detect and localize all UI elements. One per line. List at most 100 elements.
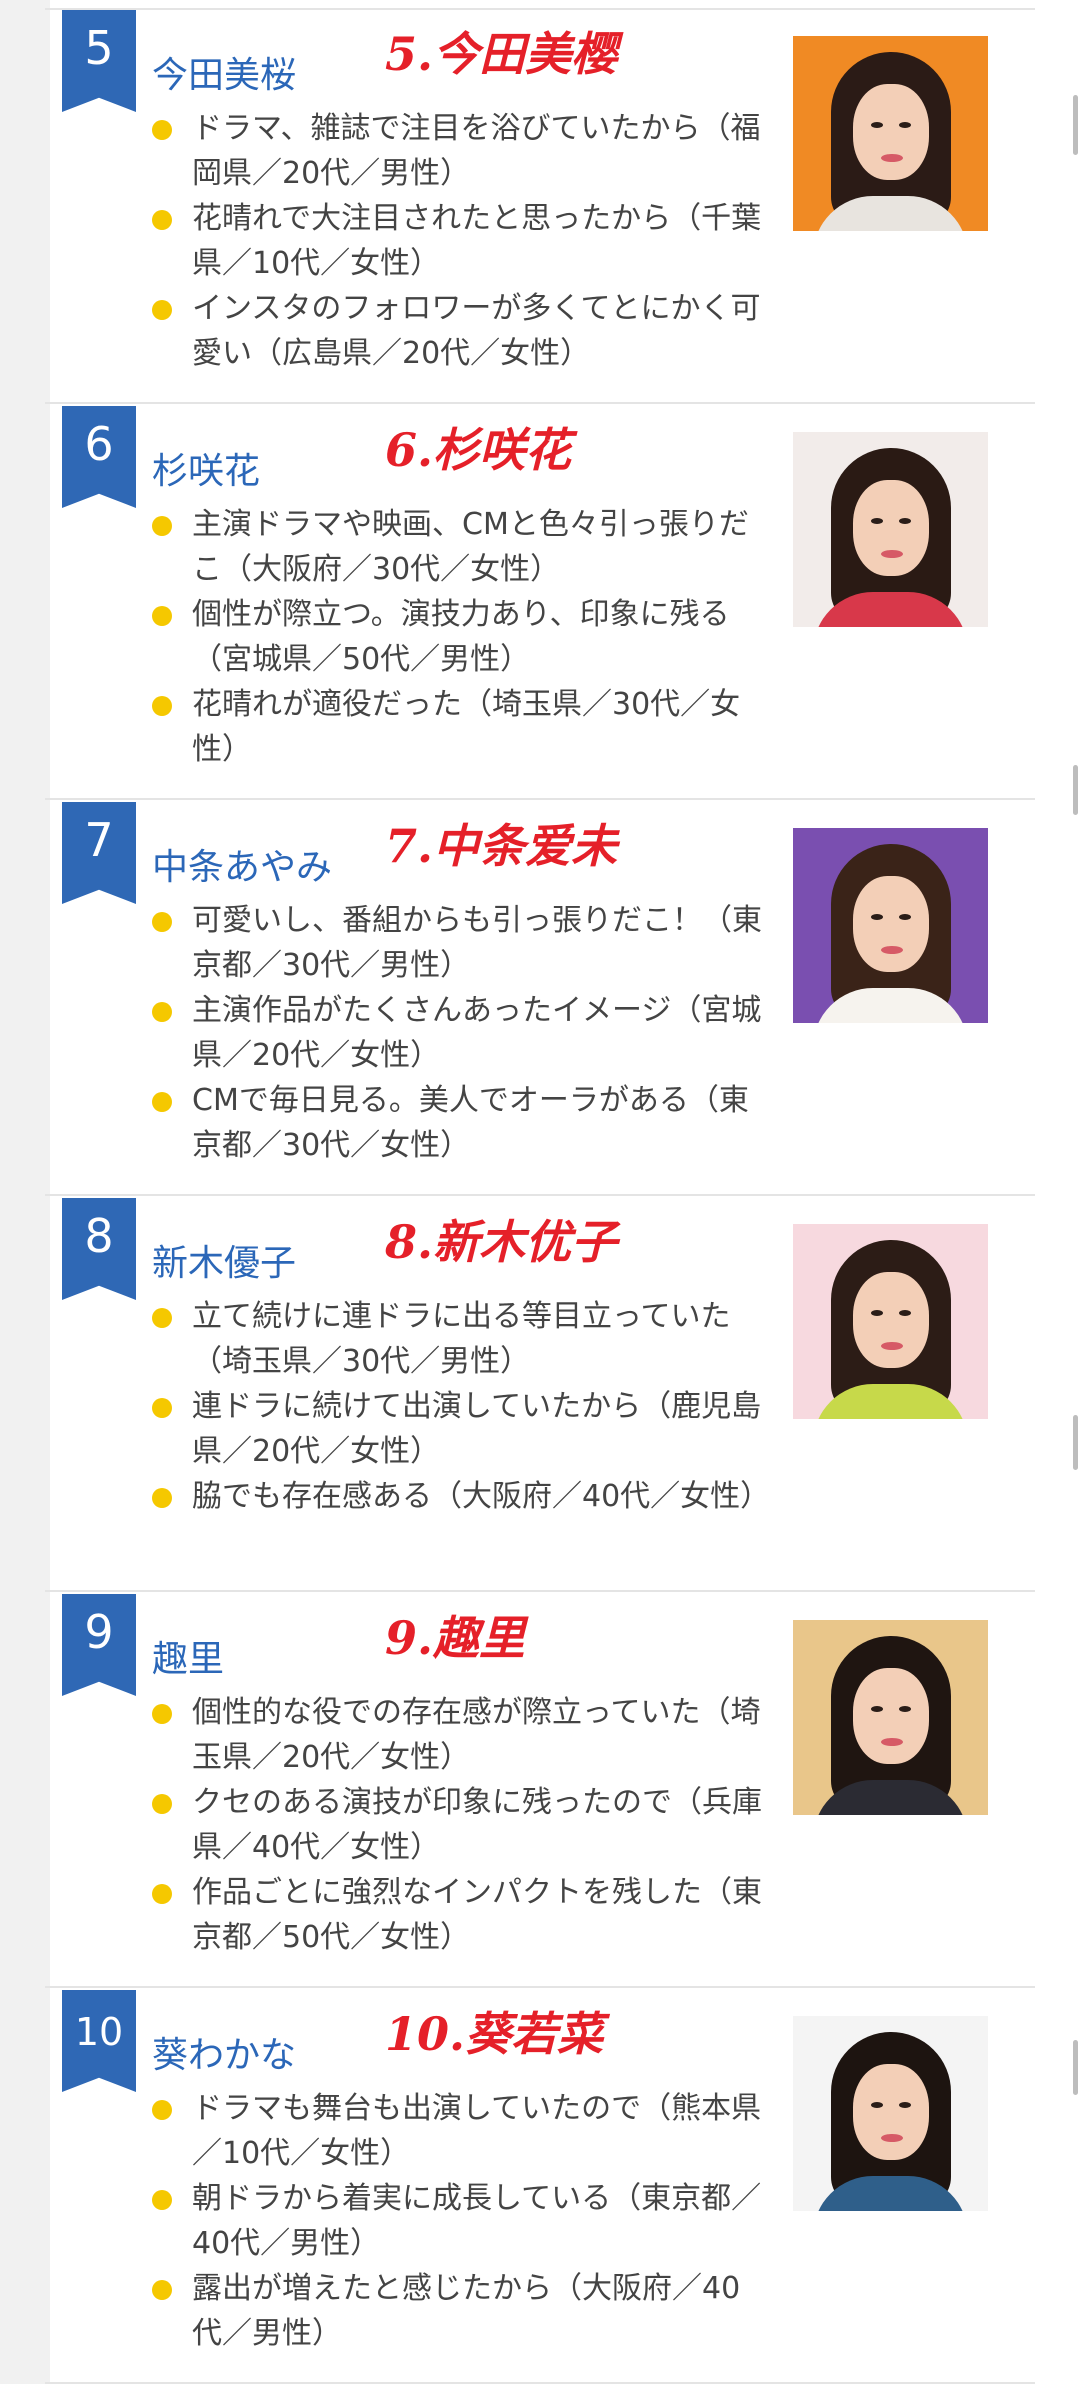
photo-lips	[881, 2134, 903, 2142]
ranking-entry: 7 中条あやみ 7.中条爱未可愛いし、番組からも引っ張りだこ！（東京都／30代／男性…	[0, 802, 1080, 1198]
scrollbar-thumb[interactable]	[1073, 765, 1078, 815]
comment-text: 脇でも存在感ある（大阪府／40代／女性）	[192, 1479, 771, 1514]
divider	[45, 402, 1035, 404]
comment-text: CMで毎日見る。美人でオーラがある（東京都／30代／女性）	[192, 1083, 749, 1163]
ranking-entry: 5 今田美桜 5.今田美樱ドラマ、雑誌で注目を浴びていたから（福岡県／20代／男性）…	[0, 10, 1080, 406]
photo-face	[853, 2064, 929, 2160]
photo-eye	[899, 1706, 911, 1712]
photo-lips	[881, 946, 903, 954]
comment-item: インスタのフォロワーが多くてとにかく可愛い（広島県／20代／女性）	[152, 286, 762, 376]
photo-eye	[899, 518, 911, 524]
comment-text: 可愛いし、番組からも引っ張りだこ！（東京都／30代／男性）	[192, 903, 762, 983]
rank-number: 6	[84, 417, 114, 471]
handwritten-annotation: 9.趣里	[385, 1611, 526, 1665]
actress-name: 趣里	[152, 1639, 225, 1680]
comment-list: 主演ドラマや映画、CMと色々引っ張りだこ（大阪府／30代／女性） 個性が際立つ。演…	[152, 502, 762, 772]
comment-item: 花晴れで大注目されたと思ったから（千葉県／10代／女性）	[152, 196, 762, 286]
bullet-dot-icon	[152, 1092, 172, 1112]
photo-lips	[881, 1342, 903, 1350]
comment-item: 朝ドラから着実に成長している（東京都／40代／男性）	[152, 2176, 762, 2266]
rank-badge: 8	[62, 1198, 136, 1300]
scrollbar-thumb[interactable]	[1073, 1415, 1078, 1470]
divider	[45, 1194, 1035, 1196]
rank-number: 7	[84, 813, 114, 867]
photo-eye	[871, 1310, 883, 1316]
bullet-dot-icon	[152, 1308, 172, 1328]
bullet-dot-icon	[152, 1884, 172, 1904]
actress-name: 中条あやみ	[152, 847, 333, 888]
handwritten-annotation: 7.中条爱未	[385, 819, 618, 873]
scrollbar-thumb[interactable]	[1073, 2040, 1078, 2095]
comment-item: 脇でも存在感ある（大阪府／40代／女性）	[152, 1474, 770, 1519]
actress-photo	[793, 2016, 988, 2211]
ranking-entry: 10 葵わかな 10.葵若菜ドラマも舞台も出演していたので（熊本県／10代／女性） 朝…	[0, 1990, 1080, 2386]
comment-item: 花晴れが適役だった（埼玉県／30代／女性）	[152, 682, 762, 772]
actress-name: 杉咲花	[152, 451, 261, 492]
actress-photo	[793, 1224, 988, 1419]
photo-eye	[871, 518, 883, 524]
comment-text: ドラマも舞台も出演していたので（熊本県／10代／女性）	[192, 2091, 762, 2171]
comment-item: 露出が増えたと感じたから（大阪府／40代／男性）	[152, 2266, 762, 2356]
comment-text: 朝ドラから着実に成長している（東京都／40代／男性）	[192, 2181, 762, 2261]
divider	[45, 1590, 1035, 1592]
photo-face	[853, 1668, 929, 1764]
bullet-dot-icon	[152, 1488, 172, 1508]
comment-text: 花晴れで大注目されたと思ったから（千葉県／10代／女性）	[192, 201, 762, 281]
comment-text: ドラマ、雑誌で注目を浴びていたから（福岡県／20代／男性）	[192, 111, 761, 191]
handwritten-annotation: 5.今田美樱	[385, 27, 618, 81]
comment-text: 主演ドラマや映画、CMと色々引っ張りだこ（大阪府／30代／女性）	[192, 507, 749, 587]
comment-text: 主演作品がたくさんあったイメージ（宮城県／20代／女性）	[192, 993, 762, 1073]
rank-number: 5	[84, 21, 114, 75]
bullet-dot-icon	[152, 912, 172, 932]
scrollbar-thumb[interactable]	[1073, 95, 1078, 155]
bullet-dot-icon	[152, 516, 172, 536]
bullet-dot-icon	[152, 2100, 172, 2120]
photo-eye	[899, 914, 911, 920]
rank-badge: 9	[62, 1594, 136, 1696]
comment-item: ドラマも舞台も出演していたので（熊本県／10代／女性）	[152, 2086, 762, 2176]
photo-eye	[899, 1310, 911, 1316]
bullet-dot-icon	[152, 210, 172, 230]
actress-photo	[793, 1620, 988, 1815]
handwritten-annotation: 6.杉咲花	[385, 423, 572, 477]
comment-list: 可愛いし、番組からも引っ張りだこ！（東京都／30代／男性） 主演作品がたくさんあっ…	[152, 898, 762, 1168]
bullet-dot-icon	[152, 696, 172, 716]
rank-number: 9	[84, 1605, 114, 1659]
bullet-dot-icon	[152, 1398, 172, 1418]
bullet-dot-icon	[152, 2280, 172, 2300]
rank-badge: 6	[62, 406, 136, 508]
handwritten-annotation: 10.葵若菜	[385, 2007, 604, 2061]
photo-eye	[871, 122, 883, 128]
rank-badge: 5	[62, 10, 136, 112]
comment-text: 個性が際立つ。演技力あり、印象に残る（宮城県／50代／男性）	[192, 597, 730, 677]
rank-badge: 7	[62, 802, 136, 904]
comment-text: 連ドラに続けて出演していたから（鹿児島県／20代／女性）	[192, 1389, 762, 1469]
bullet-dot-icon	[152, 120, 172, 140]
rank-number: 8	[84, 1209, 114, 1263]
comment-item: 主演ドラマや映画、CMと色々引っ張りだこ（大阪府／30代／女性）	[152, 502, 762, 592]
comment-item: 立て続けに連ドラに出る等目立っていた（埼玉県／30代／男性）	[152, 1294, 762, 1384]
comment-text: インスタのフォロワーが多くてとにかく可愛い（広島県／20代／女性）	[192, 291, 761, 371]
comment-item: 連ドラに続けて出演していたから（鹿児島県／20代／女性）	[152, 1384, 762, 1474]
bullet-dot-icon	[152, 2190, 172, 2210]
actress-name: 葵わかな	[152, 2035, 297, 2076]
comment-item: ドラマ、雑誌で注目を浴びていたから（福岡県／20代／男性）	[152, 106, 762, 196]
photo-eye	[871, 1706, 883, 1712]
comment-list: 個性的な役での存在感が際立っていた（埼玉県／20代／女性） クセのある演技が印象に…	[152, 1690, 762, 1960]
photo-eye	[871, 2102, 883, 2108]
actress-name: 今田美桜	[152, 55, 297, 96]
rank-badge: 10	[62, 1990, 136, 2092]
comment-text: 露出が増えたと感じたから（大阪府／40代／男性）	[192, 2271, 741, 2351]
photo-face	[853, 84, 929, 180]
ranking-entry: 9 趣里 9.趣里個性的な役での存在感が際立っていた（埼玉県／20代／女性） クセのあ…	[0, 1594, 1080, 1990]
bullet-dot-icon	[152, 1794, 172, 1814]
comment-text: クセのある演技が印象に残ったので（兵庫県／40代／女性）	[192, 1785, 762, 1865]
photo-lips	[881, 154, 903, 162]
comment-text: 花晴れが適役だった（埼玉県／30代／女性）	[192, 687, 741, 767]
photo-eye	[871, 914, 883, 920]
comment-list: ドラマも舞台も出演していたので（熊本県／10代／女性） 朝ドラから着実に成長してい…	[152, 2086, 762, 2356]
ranking-entry: 8 新木優子 8.新木优子 立て続けに連ドラに出る等目立っていた（埼玉県／30代／男性…	[0, 1198, 1080, 1594]
comment-item: 個性的な役での存在感が際立っていた（埼玉県／20代／女性）	[152, 1690, 762, 1780]
comment-item: 可愛いし、番組からも引っ張りだこ！（東京都／30代／男性）	[152, 898, 762, 988]
comment-item: 主演作品がたくさんあったイメージ（宮城県／20代／女性）	[152, 988, 762, 1078]
